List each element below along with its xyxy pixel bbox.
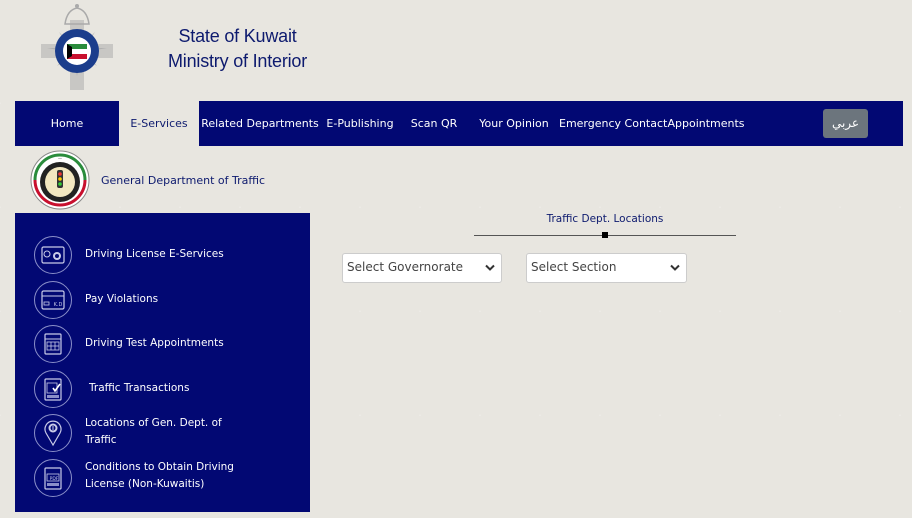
- nav-emergency-contact[interactable]: Emergency Contact: [559, 101, 667, 146]
- nav-related-departments[interactable]: Related Departments: [199, 101, 321, 146]
- sidebar-item-pay-violations[interactable]: K.D Pay Violations: [33, 280, 303, 320]
- svg-text:PDF: PDF: [50, 476, 59, 482]
- chevron-down-icon: [485, 264, 495, 271]
- nav-home[interactable]: Home: [15, 101, 119, 146]
- traffic-department-logo: —: [30, 150, 90, 210]
- sidebar-menu: Driving License E-Services K.D Pay Viola…: [15, 213, 310, 512]
- section-select-value: Select Section: [531, 260, 617, 274]
- sidebar-item-label: Traffic Transactions: [89, 382, 190, 394]
- governorate-select[interactable]: Select Governorate: [342, 253, 502, 283]
- section-select[interactable]: Select Section: [526, 253, 687, 283]
- nav-e-services[interactable]: E-Services: [119, 101, 199, 146]
- sidebar-item-label: Driving Test Appointments: [85, 337, 224, 349]
- sidebar-item-locations[interactable]: Locations of Gen. Dept. of Traffic: [33, 413, 303, 455]
- nav-your-opinion[interactable]: Your Opinion: [469, 101, 559, 146]
- nav-scan-qr[interactable]: Scan QR: [399, 101, 469, 146]
- nav-appointments[interactable]: Appointments: [661, 101, 751, 146]
- location-pin-icon: [34, 414, 72, 452]
- department-title: General Department of Traffic: [101, 174, 266, 187]
- language-toggle-button[interactable]: عربي: [823, 109, 868, 138]
- sidebar-item-traffic-transactions[interactable]: Traffic Transactions: [33, 369, 303, 409]
- sidebar-item-driving-license[interactable]: Driving License E-Services: [33, 235, 303, 275]
- sidebar-item-driving-test-appointments[interactable]: Driving Test Appointments: [33, 324, 303, 364]
- payment-card-icon: K.D: [34, 281, 72, 319]
- title-divider-dot: [602, 232, 608, 238]
- svg-text:—: —: [58, 156, 62, 161]
- clipboard-check-icon: [34, 370, 72, 408]
- sidebar-item-conditions-non-kuwaitis[interactable]: PDF Conditions to Obtain Driving License…: [33, 458, 303, 500]
- pdf-document-icon: PDF: [34, 459, 72, 497]
- sidebar-item-label: Driving License E-Services: [85, 248, 224, 260]
- title-line-2: Ministry of Interior: [168, 51, 308, 71]
- main-nav: Home E-Services Related Departments E-Pu…: [15, 101, 903, 146]
- section-title: Traffic Dept. Locations: [546, 213, 664, 225]
- kuwait-police-logo: [41, 4, 113, 90]
- calendar-icon: [34, 325, 72, 363]
- sidebar-item-label: Locations of Gen. Dept. of Traffic: [85, 417, 222, 446]
- ministry-title: State of Kuwait Ministry of Interior: [168, 24, 307, 74]
- governorate-select-value: Select Governorate: [347, 260, 464, 274]
- sidebar-item-label: Pay Violations: [85, 293, 159, 305]
- nav-e-publishing[interactable]: E-Publishing: [321, 101, 399, 146]
- site-header: State of Kuwait Ministry of Interior: [0, 0, 912, 100]
- svg-text:K.D: K.D: [54, 302, 63, 308]
- chevron-down-icon: [670, 264, 680, 271]
- title-line-1: State of Kuwait: [178, 26, 297, 46]
- sidebar-item-label: Conditions to Obtain Driving License (No…: [85, 461, 234, 490]
- license-card-icon: [34, 236, 72, 274]
